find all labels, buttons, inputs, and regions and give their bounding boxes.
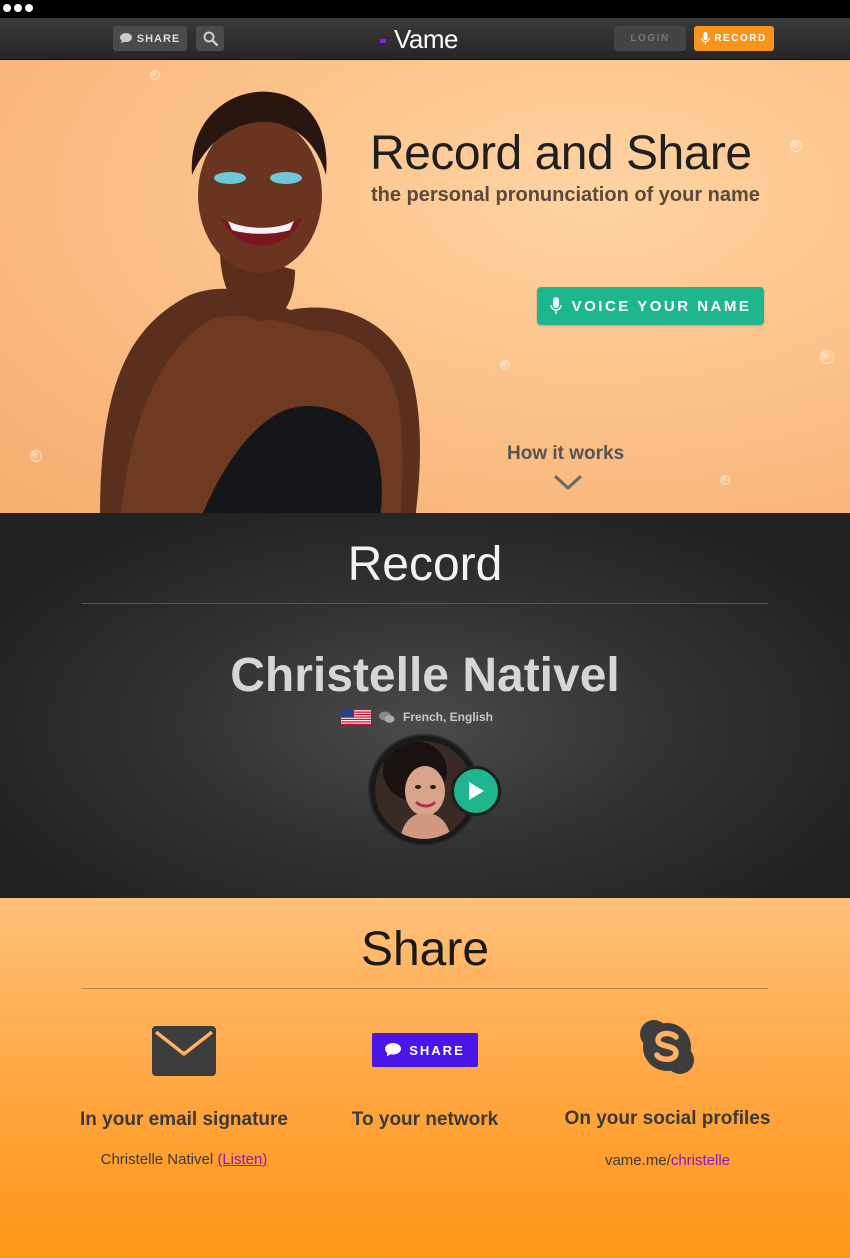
record-title: Record <box>347 538 503 591</box>
search-button[interactable] <box>196 26 224 51</box>
chat-bubbles-icon <box>379 711 395 723</box>
window-dot-icon <box>3 4 11 12</box>
microphone-icon <box>549 297 562 314</box>
us-flag-icon <box>341 709 371 725</box>
email-signature-name: Christelle Nativel <box>100 1151 214 1168</box>
share-button[interactable]: SHARE <box>113 26 187 51</box>
how-it-works-link[interactable]: How it works <box>507 443 624 465</box>
login-button-label: LOGIN <box>630 33 670 44</box>
play-icon <box>469 782 484 800</box>
vame-logo[interactable]: Vame <box>380 22 459 56</box>
share-section: Share In your email signature Christelle… <box>0 898 850 1258</box>
hero-title: Record and Share <box>370 127 752 180</box>
voice-your-name-label: VOICE YOUR NAME <box>571 297 752 315</box>
window-dot-icon <box>14 4 22 12</box>
profile-url-link[interactable]: christelle <box>671 1152 730 1169</box>
share-button-label: SHARE <box>136 32 181 45</box>
bubble-decoration <box>500 360 510 370</box>
bubble-decoration <box>30 450 42 462</box>
email-signature-heading: In your email signature <box>80 1109 288 1130</box>
listen-link[interactable]: (Listen) <box>217 1151 267 1168</box>
bubble-decoration <box>720 475 730 485</box>
microphone-icon <box>701 32 711 45</box>
languages-text: French, English <box>403 710 494 724</box>
skype-icon <box>640 1020 694 1074</box>
divider <box>82 988 768 989</box>
share-title: Share <box>360 923 490 976</box>
window-dot-icon <box>25 4 33 12</box>
email-signature-text: Christelle Nativel (Listen) <box>60 1151 308 1168</box>
logo-text: Vame <box>394 23 459 54</box>
profile-url-prefix: vame.me/ <box>604 1152 671 1169</box>
play-button[interactable] <box>451 766 501 816</box>
share-network-button[interactable]: SHARE <box>372 1033 478 1067</box>
profile-url: vame.me/christelle <box>555 1152 780 1169</box>
bubble-decoration <box>150 70 160 80</box>
logo-mark-icon <box>380 39 386 43</box>
share-network-label: SHARE <box>409 1042 465 1058</box>
record-button-label: RECORD <box>714 33 767 44</box>
speech-bubble-icon <box>385 1043 402 1057</box>
chevron-down-icon[interactable] <box>553 474 583 492</box>
bubble-decoration <box>820 350 834 364</box>
languages-row: French, English <box>341 709 493 725</box>
social-profiles-heading: On your social profiles <box>564 1108 771 1129</box>
person-name: Christelle Nativel <box>230 649 620 702</box>
speech-bubble-icon <box>119 33 132 44</box>
login-button[interactable]: LOGIN <box>614 26 686 51</box>
to-your-network-heading: To your network <box>351 1109 499 1130</box>
window-chrome <box>0 0 850 18</box>
search-icon <box>203 31 218 46</box>
record-button[interactable]: RECORD <box>694 26 774 51</box>
top-nav: SHARE Vame LOGIN RECORD <box>0 18 850 60</box>
voice-your-name-button[interactable]: VOICE YOUR NAME <box>537 287 764 325</box>
hero-subtitle: the personal pronunciation of your name <box>371 184 760 206</box>
envelope-icon <box>152 1026 216 1076</box>
hero-section: Record and Share the personal pronunciat… <box>0 60 850 513</box>
divider <box>82 603 768 604</box>
record-section: Record Christelle Nativel French, Englis… <box>0 513 850 898</box>
bubble-decoration <box>790 140 802 152</box>
